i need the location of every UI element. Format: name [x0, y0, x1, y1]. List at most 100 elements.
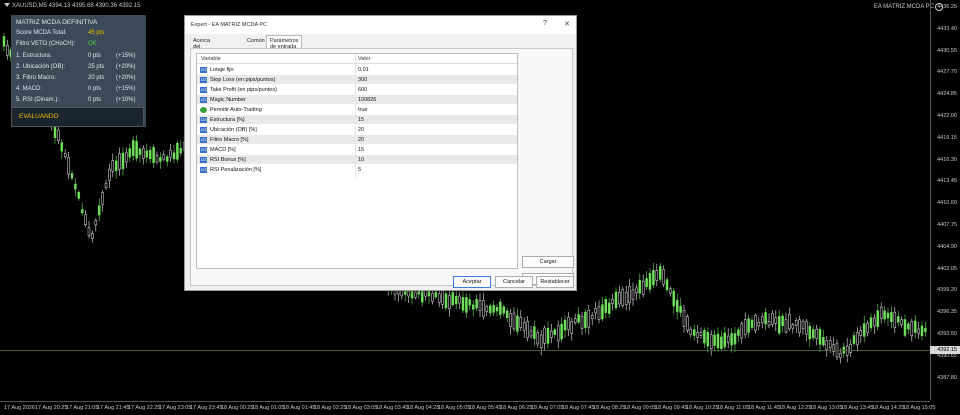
parameter-value[interactable]: 20: [358, 137, 364, 143]
numeric-param-icon: 123: [200, 126, 207, 133]
candle-body: [512, 312, 516, 330]
candle-body: [434, 291, 438, 298]
candle-body: [584, 311, 587, 328]
candle-body: [437, 293, 441, 303]
time-tick-label: 17 Aug 21:45: [97, 405, 130, 411]
candle-body: [451, 291, 455, 305]
candle-body: [152, 147, 155, 164]
candle-body: [509, 313, 512, 327]
parameter-value[interactable]: 15: [358, 117, 364, 123]
time-tick-label: 17 Aug 23:45: [190, 405, 223, 411]
parameter-row[interactable]: 123 Take Profit (en pips/puntos) 600: [197, 85, 517, 94]
parameter-value[interactable]: 5: [358, 167, 361, 173]
panel-title: MATRIZ MCDA DEFINITIVA: [16, 19, 98, 26]
price-tick-label: 4419.15: [937, 134, 957, 141]
candle-body: [165, 156, 169, 162]
parameter-value[interactable]: 600: [358, 87, 367, 93]
candle-body: [828, 340, 832, 349]
close-icon[interactable]: ✕: [562, 20, 572, 28]
parameter-value[interactable]: 15: [358, 147, 364, 153]
candle-body: [526, 320, 529, 338]
tab-about[interactable]: Acerca del programa: [190, 36, 220, 56]
time-tick-label: 18 Aug 03:45: [376, 405, 409, 411]
candle-body: [896, 316, 900, 323]
candle-body: [594, 308, 597, 314]
candle-body: [519, 317, 523, 328]
candle-body: [536, 332, 540, 345]
candle-body: [444, 293, 448, 309]
expert-properties-dialog: Expert - EA MATRIZ MCDA PC ? ✕ Acerca de…: [184, 15, 577, 291]
candle-body: [703, 329, 706, 344]
parameter-value[interactable]: 10: [358, 157, 364, 163]
candle-body: [910, 321, 914, 337]
cancel-button[interactable]: Cancelar: [495, 276, 533, 288]
parameter-row[interactable]: 123 Magic Number 100826: [197, 95, 517, 104]
parameters-grid[interactable]: Variable Valor 123 Lotaje fijo 0.01 123 Stop…: [196, 53, 518, 269]
load-button[interactable]: Cargar: [522, 256, 574, 268]
parameter-name: Magic Number: [210, 96, 246, 103]
time-tick-label: 18 Aug 11:05: [717, 405, 750, 411]
candle-body: [788, 313, 791, 330]
parameter-row[interactable]: 123 Lotaje fijo 0.01: [197, 65, 517, 74]
parameter-row[interactable]: 123 MACD [%] 15: [197, 145, 517, 154]
time-tick-label: 18 Aug 14:25: [872, 405, 905, 411]
parameter-row[interactable]: 123 RSI Bonus [%] 10: [197, 155, 517, 164]
candle-body: [91, 232, 94, 239]
parameter-value[interactable]: 0.01: [358, 67, 369, 73]
time-tick-label: 17 Aug 21:05: [66, 405, 99, 411]
candle-body: [461, 297, 465, 311]
dropdown-arrow-icon[interactable]: [4, 3, 10, 8]
dialog-title: Expert - EA MATRIZ MCDA PC: [191, 22, 267, 28]
candle-body: [893, 311, 897, 328]
candle-body: [125, 152, 128, 163]
candle-body: [784, 319, 788, 333]
candle-body: [876, 310, 880, 328]
time-tick-label: 18 Aug 02:25: [314, 405, 347, 411]
candle-body: [159, 157, 162, 162]
parameter-row[interactable]: 123 RSI Penalización [%] 5: [197, 165, 517, 174]
column-header-variable[interactable]: Variable: [201, 56, 221, 62]
candle-body: [757, 322, 761, 327]
candle-body: [529, 330, 533, 337]
candle-body: [546, 327, 550, 344]
ok-button[interactable]: Aceptar: [453, 276, 491, 288]
parameter-row[interactable]: Permitir Auto-Trading true: [197, 105, 517, 114]
numeric-param-icon: 123: [200, 66, 207, 73]
candle-body: [713, 334, 716, 346]
dialog-titlebar[interactable]: Expert - EA MATRIZ MCDA PC ? ✕: [185, 16, 576, 34]
numeric-param-icon: 123: [200, 156, 207, 163]
parameter-value[interactable]: 300: [358, 77, 367, 83]
candle-body: [550, 330, 553, 338]
candle-body: [563, 319, 567, 331]
price-tick-label: 4422.00: [937, 113, 957, 119]
candle-body: [560, 323, 563, 340]
candle-body: [114, 160, 118, 172]
tab-common[interactable]: Común: [244, 36, 268, 48]
candle-body: [169, 149, 172, 158]
candle-body: [87, 227, 91, 237]
parameter-row[interactable]: 123 Filtro Macro [%] 20: [197, 135, 517, 144]
parameter-row[interactable]: 123 Ubicación (OB) [%] 20: [197, 125, 517, 134]
time-axis: 17 Aug 2026 17 Aug 20:25 17 Aug 21:05 17 Au…: [0, 401, 935, 415]
price-tick-label: 4424.85: [937, 91, 957, 98]
candle-body: [628, 286, 631, 304]
parameter-value[interactable]: true: [358, 107, 367, 113]
reset-button[interactable]: Restablecer: [536, 276, 574, 288]
candle-body: [468, 299, 472, 306]
help-icon[interactable]: ?: [540, 20, 550, 27]
ea-name-label: EA MATRIZ MCDA PC: [873, 4, 934, 10]
parameter-name: Permitir Auto-Trading: [210, 106, 262, 113]
numeric-param-icon: 123: [200, 76, 207, 83]
column-header-value[interactable]: Valor: [358, 56, 370, 62]
tab-content: Variable Valor 123 Lotaje fijo 0.01 123 Stop…: [190, 48, 574, 286]
parameter-value[interactable]: 20: [358, 127, 364, 133]
candle-body: [488, 305, 492, 314]
numeric-param-icon: 123: [200, 146, 207, 153]
tab-input-parameters[interactable]: Parámetros de entrada: [266, 35, 303, 50]
parameter-row[interactable]: 123 Estructura [%] 15: [197, 115, 517, 124]
parameter-value[interactable]: 100826: [358, 97, 376, 103]
time-tick-label: 18 Aug 12:25: [779, 405, 812, 411]
price-tick-label: 4413.45: [937, 178, 957, 185]
parameter-row[interactable]: 123 Stop Loss (en pips/puntos) 300: [197, 75, 517, 84]
candle-body: [866, 322, 869, 333]
